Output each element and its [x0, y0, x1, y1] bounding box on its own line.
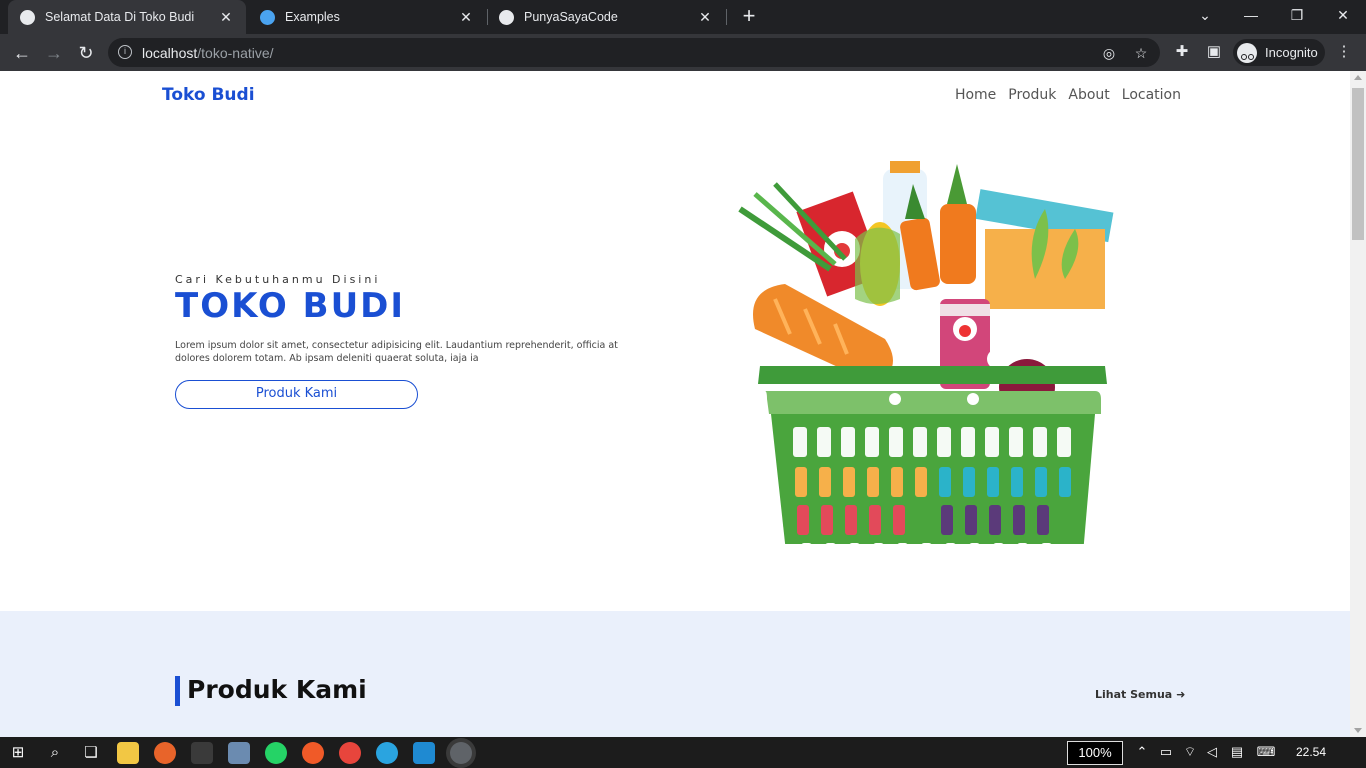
scroll-up-icon[interactable]: [1354, 75, 1362, 80]
battery-icon[interactable]: ▭: [1157, 744, 1175, 760]
page-viewport: Toko Budi Home Produk About Location Car…: [0, 71, 1350, 737]
forward-icon[interactable]: →: [40, 39, 68, 67]
tab-punyasayacode[interactable]: PunyaSayaCode ✕: [487, 0, 725, 34]
url-path: /toko-native/: [197, 45, 274, 61]
app-icon[interactable]: [191, 742, 213, 764]
tab-title: Examples: [285, 10, 340, 24]
zoom-indicator: 100%: [1067, 741, 1123, 765]
globe-icon: [20, 9, 35, 25]
nav-about[interactable]: About: [1068, 87, 1109, 103]
keyboard-icon[interactable]: ⌨: [1255, 744, 1277, 760]
produk-kami-button[interactable]: Produk Kami: [175, 380, 418, 409]
hero-description: Lorem ipsum dolor sit amet, consectetur …: [175, 340, 618, 364]
hero-subtitle: Cari Kebutuhanmu Disini: [175, 273, 381, 286]
tab-strip: Selamat Data Di Toko Budi ✕ Examples ✕ P…: [0, 0, 1366, 34]
page-scrollbar[interactable]: [1350, 71, 1366, 737]
sidepanel-icon[interactable]: ▣: [1204, 42, 1224, 62]
heading-accent-bar: [175, 676, 180, 706]
scroll-thumb[interactable]: [1352, 88, 1364, 240]
close-window-icon[interactable]: ✕: [1320, 0, 1366, 32]
products-heading: Produk Kami: [187, 675, 367, 704]
arrow-right-icon: ➜: [1176, 688, 1186, 701]
notification-icon[interactable]: ▤: [1228, 744, 1246, 760]
chrome-icon[interactable]: [339, 742, 361, 764]
tab-title: Selamat Data Di Toko Budi: [45, 10, 195, 24]
volume-icon[interactable]: ◁: [1203, 744, 1221, 760]
wifi-icon[interactable]: ⌔: [1181, 744, 1199, 760]
minimize-icon[interactable]: —: [1228, 0, 1274, 32]
url-text[interactable]: localhost/toko-native/: [142, 45, 274, 61]
close-icon[interactable]: ✕: [218, 9, 234, 26]
incognito-label: Incognito: [1265, 45, 1318, 60]
task-view-icon[interactable]: ❏: [80, 742, 102, 764]
menu-icon[interactable]: ⋮: [1334, 42, 1354, 62]
nav-produk[interactable]: Produk: [1008, 87, 1056, 103]
tab-toko-budi[interactable]: Selamat Data Di Toko Budi ✕: [8, 0, 246, 34]
nav-location[interactable]: Location: [1122, 87, 1181, 103]
windows-start-icon[interactable]: ⊞: [7, 742, 29, 764]
windows-taskbar: ⊞ ⌕ ❏ 100% ⌃ ▭ ⌔ ◁ ▤ ⌨ 22.54: [0, 737, 1366, 768]
back-icon[interactable]: ←: [8, 39, 36, 67]
scroll-down-icon[interactable]: [1354, 728, 1362, 733]
postman-icon[interactable]: [302, 742, 324, 764]
extensions-icon[interactable]: ✚: [1172, 42, 1192, 62]
search-icon[interactable]: ⌕: [44, 742, 66, 764]
site-brand[interactable]: Toko Budi: [162, 85, 255, 105]
products-section: Produk Kami Lihat Semua ➜: [0, 611, 1350, 737]
nav-home[interactable]: Home: [955, 87, 996, 103]
vscode-icon[interactable]: [413, 742, 435, 764]
incognito-badge[interactable]: Incognito: [1233, 39, 1325, 66]
incognito-icon: [1237, 42, 1257, 63]
tab-title: PunyaSayaCode: [524, 10, 618, 24]
browser-toolbar: ← → ↻ i localhost/toko-native/ ◎ ☆ ✚ ▣ I…: [0, 34, 1366, 71]
close-icon[interactable]: ✕: [697, 9, 713, 26]
restore-icon[interactable]: ❐: [1274, 0, 1320, 32]
grocery-basket-illustration: [738, 161, 1114, 544]
whatsapp-icon[interactable]: [265, 742, 287, 764]
info-icon[interactable]: i: [118, 45, 132, 59]
globe-icon: [499, 9, 514, 25]
see-all-label: Lihat Semua: [1095, 688, 1173, 701]
chrome-active-icon[interactable]: [450, 742, 472, 764]
firefox-icon[interactable]: [154, 742, 176, 764]
eye-off-icon[interactable]: ◎: [1100, 44, 1118, 62]
screenshot-app-icon[interactable]: [228, 742, 250, 764]
tab-separator: [726, 9, 727, 25]
chevron-up-icon[interactable]: ⌃: [1133, 744, 1151, 760]
edge-icon[interactable]: [376, 742, 398, 764]
new-tab-icon[interactable]: +: [737, 4, 761, 30]
hero-title: TOKO BUDI: [175, 286, 406, 326]
url-host: localhost: [142, 45, 198, 61]
safari-icon: [260, 9, 275, 25]
see-all-link[interactable]: Lihat Semua ➜: [1095, 688, 1185, 701]
clock[interactable]: 22.54: [1296, 745, 1326, 759]
tab-examples[interactable]: Examples ✕: [248, 0, 486, 34]
close-icon[interactable]: ✕: [458, 9, 474, 26]
address-bar[interactable]: i localhost/toko-native/ ◎ ☆: [108, 38, 1160, 67]
file-explorer-icon[interactable]: [117, 742, 139, 764]
site-nav: Home Produk About Location: [955, 87, 1181, 103]
tab-search-icon[interactable]: ⌄: [1182, 0, 1228, 32]
reload-icon[interactable]: ↻: [72, 39, 100, 67]
star-icon[interactable]: ☆: [1132, 44, 1150, 62]
